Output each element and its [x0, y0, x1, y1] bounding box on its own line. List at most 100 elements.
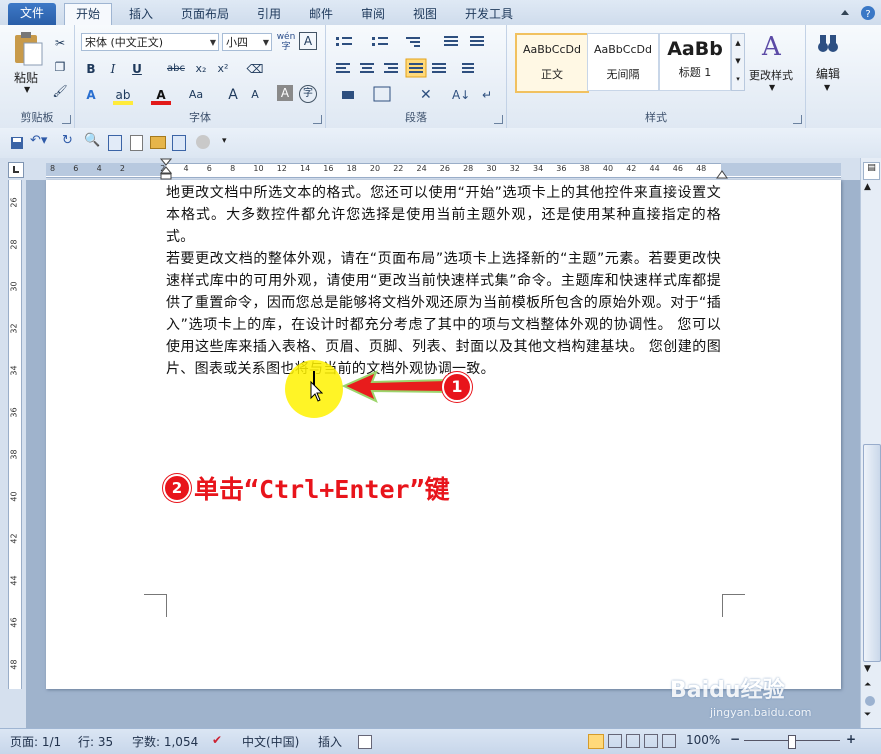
scroll-up-icon[interactable]: ▲: [864, 182, 871, 192]
style-no-spacing[interactable]: AaBbCcDd 无间隔: [587, 33, 659, 91]
bold-button[interactable]: B: [81, 59, 101, 79]
subscript-button[interactable]: x₂: [191, 59, 211, 79]
scroll-thumb[interactable]: [863, 444, 881, 662]
browse-object-icon[interactable]: [865, 696, 875, 706]
status-language[interactable]: 中文(中国): [242, 733, 299, 750]
tab-page-layout[interactable]: 页面布局: [172, 4, 238, 25]
group-styles-label: 样式: [645, 111, 667, 124]
phonetic-guide-button[interactable]: wén 字: [276, 32, 296, 52]
styles-scroll-icon[interactable]: ▲ ▼ ▾: [731, 33, 745, 91]
minimize-ribbon-icon[interactable]: [838, 6, 852, 20]
status-line[interactable]: 行: 35: [78, 733, 113, 750]
change-case-button[interactable]: Aa: [183, 85, 209, 105]
tab-file[interactable]: 文件: [8, 3, 56, 25]
vruler-number: 34: [9, 365, 19, 376]
new-document-icon[interactable]: [130, 135, 143, 151]
redo-icon[interactable]: ↻: [62, 133, 73, 148]
document-text[interactable]: 地更改文档中所选文本的格式。您还可以使用“开始”选项卡上的其他控件来直接设置文本…: [166, 182, 721, 380]
style-name: 标题 1: [678, 66, 712, 79]
status-mode[interactable]: 插入: [318, 733, 342, 750]
shrink-font-button[interactable]: A: [245, 85, 265, 105]
indent-marker-icon[interactable]: [160, 158, 172, 180]
tab-insert[interactable]: 插入: [118, 4, 164, 25]
status-words[interactable]: 字数: 1,054: [132, 733, 198, 750]
next-page-icon[interactable]: ⏷: [864, 710, 871, 720]
status-bar: 页面: 1/1 行: 35 字数: 1,054 ✔ 中文(中国) 插入 100%…: [0, 728, 881, 754]
tab-view[interactable]: 视图: [402, 4, 448, 25]
save-icon[interactable]: [10, 136, 24, 150]
proofing-icon[interactable]: ✔: [212, 733, 222, 747]
view-outline-icon[interactable]: [644, 734, 658, 748]
superscript-button[interactable]: x²: [213, 59, 233, 79]
status-page[interactable]: 页面: 1/1: [10, 733, 61, 750]
underline-button[interactable]: U: [127, 59, 147, 79]
tab-review[interactable]: 审阅: [350, 4, 396, 25]
strikethrough-button[interactable]: abc: [163, 59, 189, 79]
prev-page-icon[interactable]: ⏶: [864, 680, 871, 690]
zoom-in-icon[interactable]: +: [846, 732, 856, 746]
tab-references[interactable]: 引用: [246, 4, 292, 25]
enclose-char-icon[interactable]: 字: [299, 85, 317, 103]
text-effects-icon[interactable]: A: [81, 85, 101, 105]
zoom-out-icon[interactable]: −: [730, 732, 740, 746]
change-styles-icon[interactable]: A: [759, 31, 789, 61]
view-draft-icon[interactable]: [662, 734, 676, 748]
horizontal-ruler[interactable]: 8 6 4 2 2 4 6 8 10 12 14 16 18 20 22 24 26 28 30 32 34 36 38 40…: [0, 158, 881, 180]
quick-print-icon[interactable]: [108, 135, 122, 151]
baidu-watermark-url: jingyan.baidu.com: [710, 706, 812, 719]
copy-icon[interactable]: ❐: [50, 57, 70, 77]
chevron-down-icon: ▼: [209, 38, 216, 47]
paste-dropdown-icon[interactable]: ▼: [24, 85, 30, 94]
scroll-down-icon[interactable]: ▼: [864, 664, 871, 674]
styles-launcher-icon[interactable]: [793, 115, 802, 124]
clipboard-launcher-icon[interactable]: [62, 115, 71, 124]
tab-developer[interactable]: 开发工具: [454, 4, 524, 25]
tab-home[interactable]: 开始: [64, 3, 112, 26]
cut-icon[interactable]: ✂: [50, 33, 70, 53]
font-name-combo[interactable]: 宋体 (中文正文) ▼: [81, 33, 219, 51]
style-preview: AaBbCcDd: [594, 43, 652, 56]
paste-icon[interactable]: [12, 31, 44, 67]
view-reading-icon[interactable]: [608, 734, 622, 748]
change-styles-label[interactable]: 更改样式: [749, 67, 793, 83]
open-folder-icon[interactable]: [150, 136, 166, 149]
paragraph-launcher-icon[interactable]: [494, 115, 503, 124]
pages-icon[interactable]: [172, 135, 186, 151]
clear-formatting-icon[interactable]: ⌫: [245, 59, 265, 79]
undo-icon[interactable]: ↶▾: [30, 133, 47, 148]
format-painter-icon[interactable]: 🖌: [50, 81, 70, 101]
char-shading-icon[interactable]: A: [277, 85, 293, 101]
tab-mailings[interactable]: 邮件: [298, 4, 344, 25]
view-web-icon[interactable]: [626, 734, 640, 748]
style-normal[interactable]: AaBbCcDd 正文: [515, 33, 589, 93]
grow-font-button[interactable]: A: [223, 85, 243, 105]
paste-label[interactable]: 粘贴: [14, 69, 38, 86]
macro-record-icon[interactable]: [358, 735, 372, 749]
style-heading-1[interactable]: AaBb 标题 1: [659, 33, 731, 91]
ruler-number: 20: [369, 164, 381, 173]
print-preview-icon[interactable]: 🔍: [84, 133, 100, 148]
customize-qat-icon[interactable]: ▾: [222, 136, 227, 146]
ruler-toggle-icon[interactable]: ▤: [863, 162, 880, 180]
vertical-scrollbar[interactable]: ▤ ▲ ▼ ⏶ ⏷: [860, 158, 881, 728]
right-indent-icon[interactable]: [716, 168, 728, 180]
edit-label[interactable]: 编辑: [816, 65, 840, 82]
highlight-icon[interactable]: ab: [113, 85, 133, 105]
char-border-button[interactable]: A: [299, 32, 317, 50]
font-size-combo[interactable]: 小四 ▼: [222, 33, 272, 51]
help-icon[interactable]: ?: [860, 5, 876, 21]
italic-button[interactable]: I: [103, 59, 123, 79]
view-print-layout-icon[interactable]: [588, 734, 604, 749]
vertical-ruler[interactable]: 26 28 30 32 34 36 38 40 42 44 46 48: [0, 180, 26, 728]
style-name: 无间隔: [606, 68, 640, 81]
tab-selector-icon[interactable]: [8, 162, 24, 178]
font-launcher-icon[interactable]: [313, 115, 322, 124]
paragraph-2[interactable]: 若要更改文档的整体外观，请在“页面布局”选项卡上选择新的“主题”元素。若要更改快…: [166, 248, 721, 380]
paragraph-1[interactable]: 地更改文档中所选文本的格式。您还可以使用“开始”选项卡上的其他控件来直接设置文本…: [166, 182, 721, 248]
ruler-number: 8: [50, 164, 56, 173]
font-color-icon[interactable]: A: [151, 85, 171, 105]
status-zoom[interactable]: 100%: [686, 733, 720, 747]
paragraph-buttons-icon[interactable]: ✕ A↓ ↵: [334, 33, 494, 113]
zoom-slider-thumb[interactable]: [788, 735, 796, 749]
binoculars-icon[interactable]: [816, 31, 840, 57]
